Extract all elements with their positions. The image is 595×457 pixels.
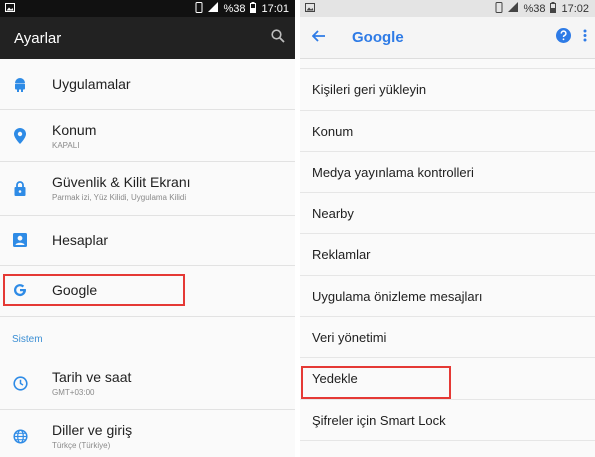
search-icon[interactable] <box>271 28 285 48</box>
divider <box>0 161 295 162</box>
settings-item-label: Hesaplar <box>52 232 109 248</box>
settings-item-label: Uygulamalar <box>52 76 131 92</box>
phone-vibrate-icon <box>495 1 503 16</box>
settings-item-summary: Türkçe (Türkiye) <box>52 441 111 450</box>
image-notification-icon <box>5 2 15 15</box>
location-pin-icon <box>12 128 28 144</box>
status-bar: %38 17:02 <box>300 0 595 17</box>
settings-item-summary: Parmak izi, Yüz Kilidi, Uygulama Kilidi <box>52 193 187 202</box>
divider <box>0 215 295 216</box>
list-item-label: Şifreler için Smart Lock <box>312 413 446 428</box>
settings-item-label: Güvenlik & Kilit Ekranı <box>52 174 191 190</box>
list-item-media-casting[interactable]: Medya yayınlama kontrolleri <box>300 152 595 193</box>
settings-item-summary: KAPALI <box>52 141 80 150</box>
settings-list: Uygulamalar Konum KAPALI Güvenlik & Kili… <box>0 59 295 457</box>
list-item-label: Medya yayınlama kontrolleri <box>312 165 474 180</box>
list-item-label: Kişileri geri yükleyin <box>312 82 427 97</box>
phone-vibrate-icon <box>195 1 203 16</box>
google-settings-screen: %38 17:02 Google Kişileri geri yükleyin <box>300 0 595 457</box>
lock-icon <box>12 180 28 196</box>
list-item-label: Reklamlar <box>312 247 371 262</box>
settings-item-label: Diller ve giriş <box>52 422 133 438</box>
signal-icon <box>208 2 219 15</box>
settings-item-label: Konum <box>52 122 97 138</box>
divider <box>0 109 295 110</box>
list-item-data-management[interactable]: Veri yönetimi <box>300 317 595 358</box>
globe-icon <box>12 428 28 444</box>
settings-item-security[interactable]: Güvenlik & Kilit Ekranı Parmak izi, Yüz … <box>0 171 295 205</box>
clock: 17:01 <box>261 2 289 15</box>
page-title: Ayarlar <box>14 29 62 47</box>
app-bar: Ayarlar <box>0 17 295 59</box>
highlight-box <box>301 366 451 399</box>
battery-percent: %38 <box>523 2 546 15</box>
list-item-label: Nearby <box>312 206 354 221</box>
list-item-label: Konum <box>312 124 354 139</box>
settings-screen: %38 17:01 Ayarlar Uygulamalar Konum KAPA… <box>0 0 295 457</box>
battery-icon <box>250 1 257 16</box>
divider <box>0 265 295 266</box>
settings-item-summary: GMT+03:00 <box>52 388 95 397</box>
android-icon <box>12 76 28 92</box>
battery-percent: %38 <box>223 2 246 15</box>
battery-icon <box>550 1 557 16</box>
list-item-app-preview-messages[interactable]: Uygulama önizleme mesajları <box>300 276 595 317</box>
settings-item-label: Tarih ve saat <box>52 369 132 385</box>
account-box-icon <box>12 232 28 248</box>
list-item-label: Uygulama önizleme mesajları <box>312 289 483 304</box>
google-settings-list: Kişileri geri yükleyin Konum Medya yayın… <box>300 59 595 457</box>
settings-item-accounts[interactable]: Hesaplar <box>0 227 295 253</box>
list-item-label: Veri yönetimi <box>312 330 387 345</box>
section-header-system: Sistem <box>12 334 43 345</box>
clock: 17:02 <box>561 2 589 15</box>
divider <box>0 409 295 410</box>
list-item-ads[interactable]: Reklamlar <box>300 234 595 276</box>
status-bar: %38 17:01 <box>0 0 295 17</box>
highlight-box <box>3 274 185 306</box>
list-item-partial <box>300 23 595 69</box>
settings-item-apps[interactable]: Uygulamalar <box>0 71 295 97</box>
image-notification-icon <box>305 2 315 15</box>
list-item-restore-contacts[interactable]: Kişileri geri yükleyin <box>300 69 595 111</box>
list-item-nearby[interactable]: Nearby <box>300 193 595 234</box>
clock-icon <box>12 375 28 391</box>
list-item-smart-lock[interactable]: Şifreler için Smart Lock <box>300 400 595 441</box>
settings-item-date-time[interactable]: Tarih ve saat GMT+03:00 <box>0 366 295 400</box>
signal-icon <box>508 2 519 15</box>
divider <box>0 316 295 317</box>
list-item-location[interactable]: Konum <box>300 111 595 152</box>
settings-item-location[interactable]: Konum KAPALI <box>0 119 295 153</box>
settings-item-languages[interactable]: Diller ve giriş Türkçe (Türkiye) <box>0 419 295 453</box>
